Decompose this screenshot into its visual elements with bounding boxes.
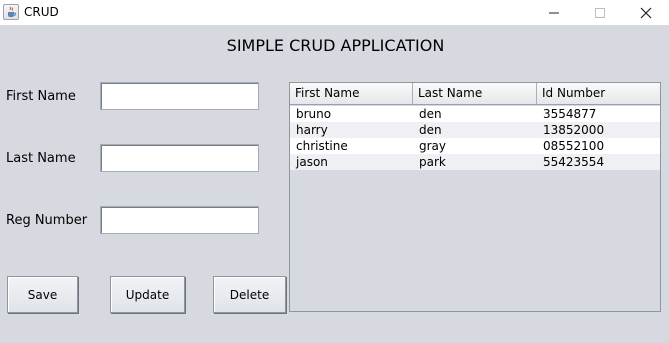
cell-last-name: den: [419, 107, 442, 121]
reg-number-label: Reg Number: [6, 213, 88, 228]
first-name-field[interactable]: [100, 82, 259, 110]
update-button[interactable]: Update: [110, 276, 185, 313]
cell-last-name: den: [419, 123, 442, 137]
last-name-label: Last Name: [6, 151, 76, 166]
cell-first-name: harry: [296, 123, 328, 137]
table-row[interactable]: jason park 55423554: [290, 154, 660, 170]
reg-number-field[interactable]: [100, 206, 259, 234]
cell-last-name: park: [419, 155, 446, 169]
table-row[interactable]: bruno den 3554877: [290, 106, 660, 122]
cell-first-name: jason: [296, 155, 328, 169]
cell-id-number: 08552100: [543, 139, 605, 153]
cell-id-number: 55423554: [543, 155, 605, 169]
close-icon: [640, 7, 652, 18]
save-button[interactable]: Save: [7, 276, 78, 313]
cell-first-name: bruno: [296, 107, 332, 121]
last-name-field[interactable]: [100, 144, 259, 172]
table-row[interactable]: christine gray 08552100: [290, 138, 660, 154]
first-name-label: First Name: [6, 89, 76, 104]
records-table[interactable]: First Name Last Name Id Number bruno den…: [289, 82, 661, 312]
maximize-icon: [595, 7, 605, 18]
column-header-id-number[interactable]: Id Number: [537, 83, 660, 104]
column-header-first-name[interactable]: First Name: [290, 83, 413, 104]
delete-button[interactable]: Delete: [213, 276, 286, 313]
cell-last-name: gray: [419, 139, 447, 153]
page-title: SIMPLE CRUD APPLICATION: [0, 36, 669, 56]
java-cup-icon: [3, 4, 19, 20]
column-header-last-name[interactable]: Last Name: [413, 83, 537, 104]
minimize-icon: [549, 12, 559, 13]
table-row[interactable]: harry den 13852000: [290, 122, 660, 138]
table-header: First Name Last Name Id Number: [290, 83, 660, 105]
close-button[interactable]: [623, 0, 669, 25]
cell-id-number: 3554877: [543, 107, 597, 121]
maximize-button[interactable]: [577, 0, 623, 25]
page-title-text: SIMPLE CRUD APPLICATION: [226, 36, 445, 55]
minimize-button[interactable]: [531, 0, 577, 25]
window-title: CRUD: [24, 5, 59, 19]
cell-id-number: 13852000: [543, 123, 605, 137]
table-body: bruno den 3554877 harry den 13852000 chr…: [290, 106, 660, 170]
cell-first-name: christine: [296, 139, 348, 153]
title-bar: CRUD: [0, 0, 669, 25]
